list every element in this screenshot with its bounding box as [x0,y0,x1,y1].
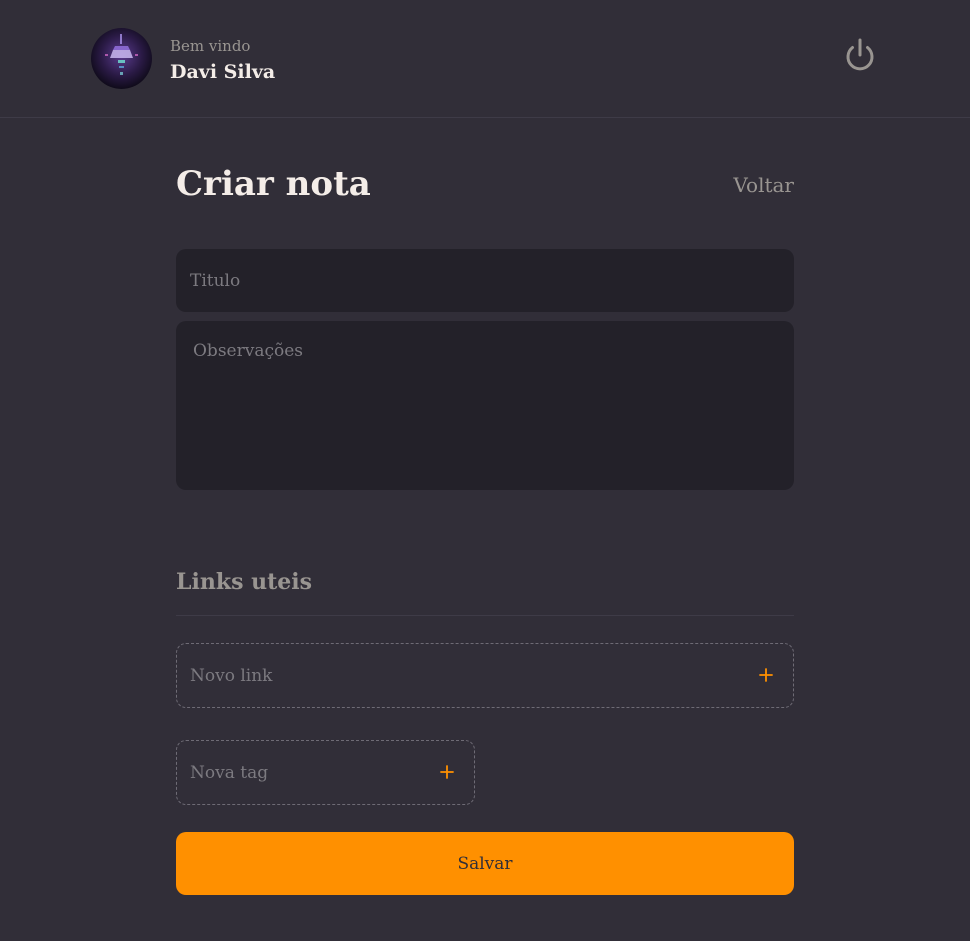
plus-icon [440,765,454,779]
section-divider [176,615,794,616]
new-link-input[interactable] [190,644,730,707]
app-header: Bem vindo Davi Silva [0,0,970,118]
plus-icon [759,668,773,682]
title-input[interactable] [176,249,794,312]
welcome-text: Bem vindo [170,37,251,55]
page-title: Criar nota [176,164,371,204]
power-icon [846,38,874,71]
user-name[interactable]: Davi Silva [170,61,275,83]
logout-button[interactable] [840,36,880,76]
observations-textarea[interactable] [176,321,794,490]
new-tag-input[interactable] [190,741,410,804]
new-link-item [176,643,794,708]
new-tag-item [176,740,475,805]
add-tag-button[interactable] [434,759,460,785]
user-avatar[interactable] [91,28,152,89]
back-link[interactable]: Voltar [700,173,794,197]
add-link-button[interactable] [753,662,779,688]
avatar-image [105,34,138,75]
links-section-title: Links uteis [176,569,313,595]
save-button[interactable]: Salvar [176,832,794,895]
